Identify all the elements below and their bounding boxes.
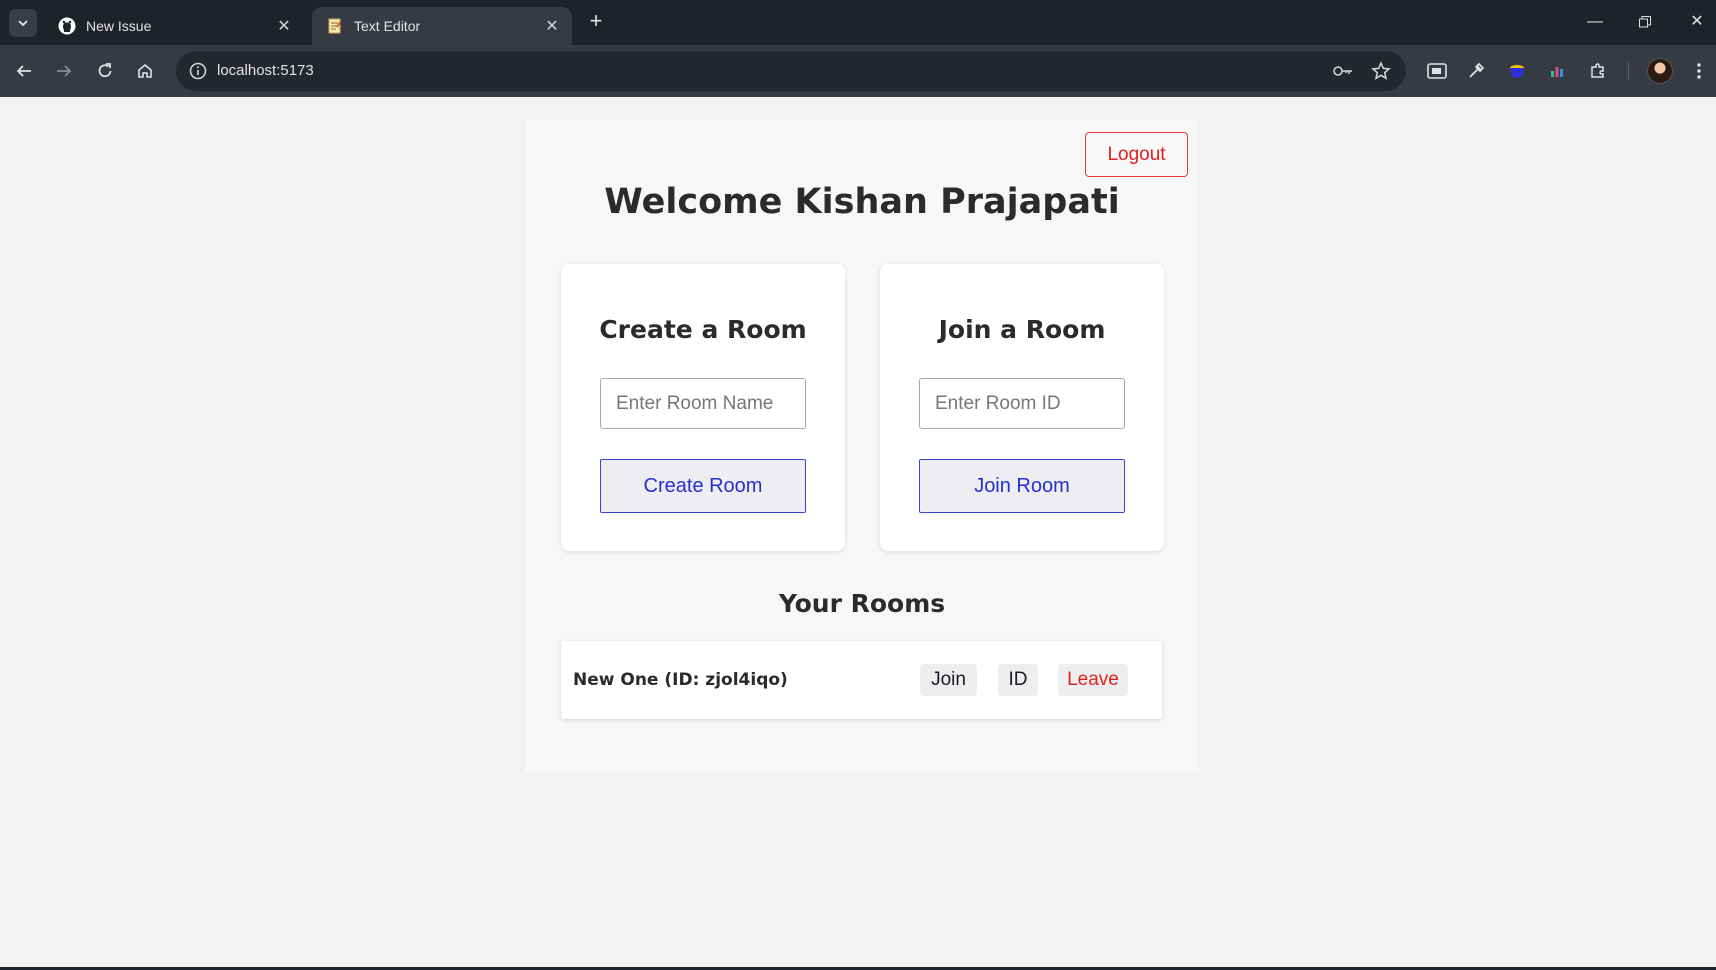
- profile-avatar[interactable]: [1647, 58, 1673, 84]
- tab-text-editor[interactable]: Text Editor ✕: [312, 7, 572, 45]
- notepad-icon: [326, 17, 344, 35]
- address-bar[interactable]: localhost:5173: [176, 51, 1406, 91]
- your-rooms-heading: Your Rooms: [778, 589, 946, 618]
- back-button[interactable]: [10, 57, 38, 85]
- room-join-button[interactable]: Join: [920, 664, 977, 696]
- room-id-input[interactable]: [919, 378, 1125, 429]
- new-tab-button[interactable]: +: [584, 10, 608, 34]
- logout-button[interactable]: Logout: [1085, 132, 1188, 177]
- arrow-right-icon: [57, 65, 72, 77]
- site-info-icon[interactable]: [188, 61, 208, 81]
- join-room-button[interactable]: Join Room: [919, 459, 1125, 513]
- tab-title: Text Editor: [354, 18, 421, 34]
- room-list-item: New One (ID: zjol4iqo) Join ID Leave: [561, 641, 1162, 719]
- close-icon[interactable]: ✕: [274, 16, 294, 36]
- window-close-icon[interactable]: ✕: [1682, 8, 1712, 36]
- url-text: localhost:5173: [217, 62, 314, 79]
- star-icon[interactable]: [1371, 61, 1391, 81]
- page-title: Welcome Kishan Prajapati: [604, 182, 1120, 222]
- reload-button[interactable]: [91, 57, 119, 85]
- eyedropper-icon[interactable]: [1462, 57, 1490, 85]
- tab-title: New Issue: [86, 18, 152, 34]
- create-room-card: Create a Room Create Room: [561, 264, 845, 551]
- room-copy-id-button[interactable]: ID: [998, 664, 1038, 696]
- tab-search-button[interactable]: [9, 9, 37, 37]
- arrow-left-icon: [16, 65, 31, 77]
- home-icon: [138, 63, 152, 78]
- reload-icon: [98, 63, 112, 78]
- chevron-down-icon: [18, 20, 28, 27]
- more-menu-icon[interactable]: [1685, 57, 1713, 85]
- github-icon: [58, 17, 76, 35]
- minimize-icon[interactable]: —: [1580, 8, 1610, 36]
- forward-button[interactable]: [50, 57, 78, 85]
- browser-tab-bar: New Issue ✕ Text Editor ✕ + — ✕: [0, 0, 1716, 45]
- home-button[interactable]: [131, 57, 159, 85]
- extension-chart-icon[interactable]: [1543, 57, 1571, 85]
- toolbar-divider: [1628, 62, 1629, 80]
- dashboard-panel: Logout Welcome Kishan Prajapati Create a…: [525, 120, 1199, 772]
- browser-toolbar: localhost:5173: [0, 45, 1716, 97]
- restore-icon[interactable]: [1630, 8, 1660, 36]
- key-icon[interactable]: [1332, 61, 1352, 81]
- room-label: New One (ID: zjol4iqo): [573, 670, 788, 690]
- create-room-heading: Create a Room: [599, 315, 807, 344]
- tab-new-issue[interactable]: New Issue ✕: [44, 7, 304, 45]
- extensions-puzzle-icon[interactable]: [1584, 57, 1612, 85]
- close-icon[interactable]: ✕: [542, 16, 562, 36]
- extension-pot-icon[interactable]: [1503, 57, 1531, 85]
- join-room-heading: Join a Room: [938, 315, 1106, 344]
- room-leave-button[interactable]: Leave: [1058, 664, 1128, 696]
- create-room-button[interactable]: Create Room: [600, 459, 806, 513]
- reading-mode-icon[interactable]: [1423, 57, 1451, 85]
- join-room-card: Join a Room Join Room: [880, 264, 1164, 551]
- room-name-input[interactable]: [600, 378, 806, 429]
